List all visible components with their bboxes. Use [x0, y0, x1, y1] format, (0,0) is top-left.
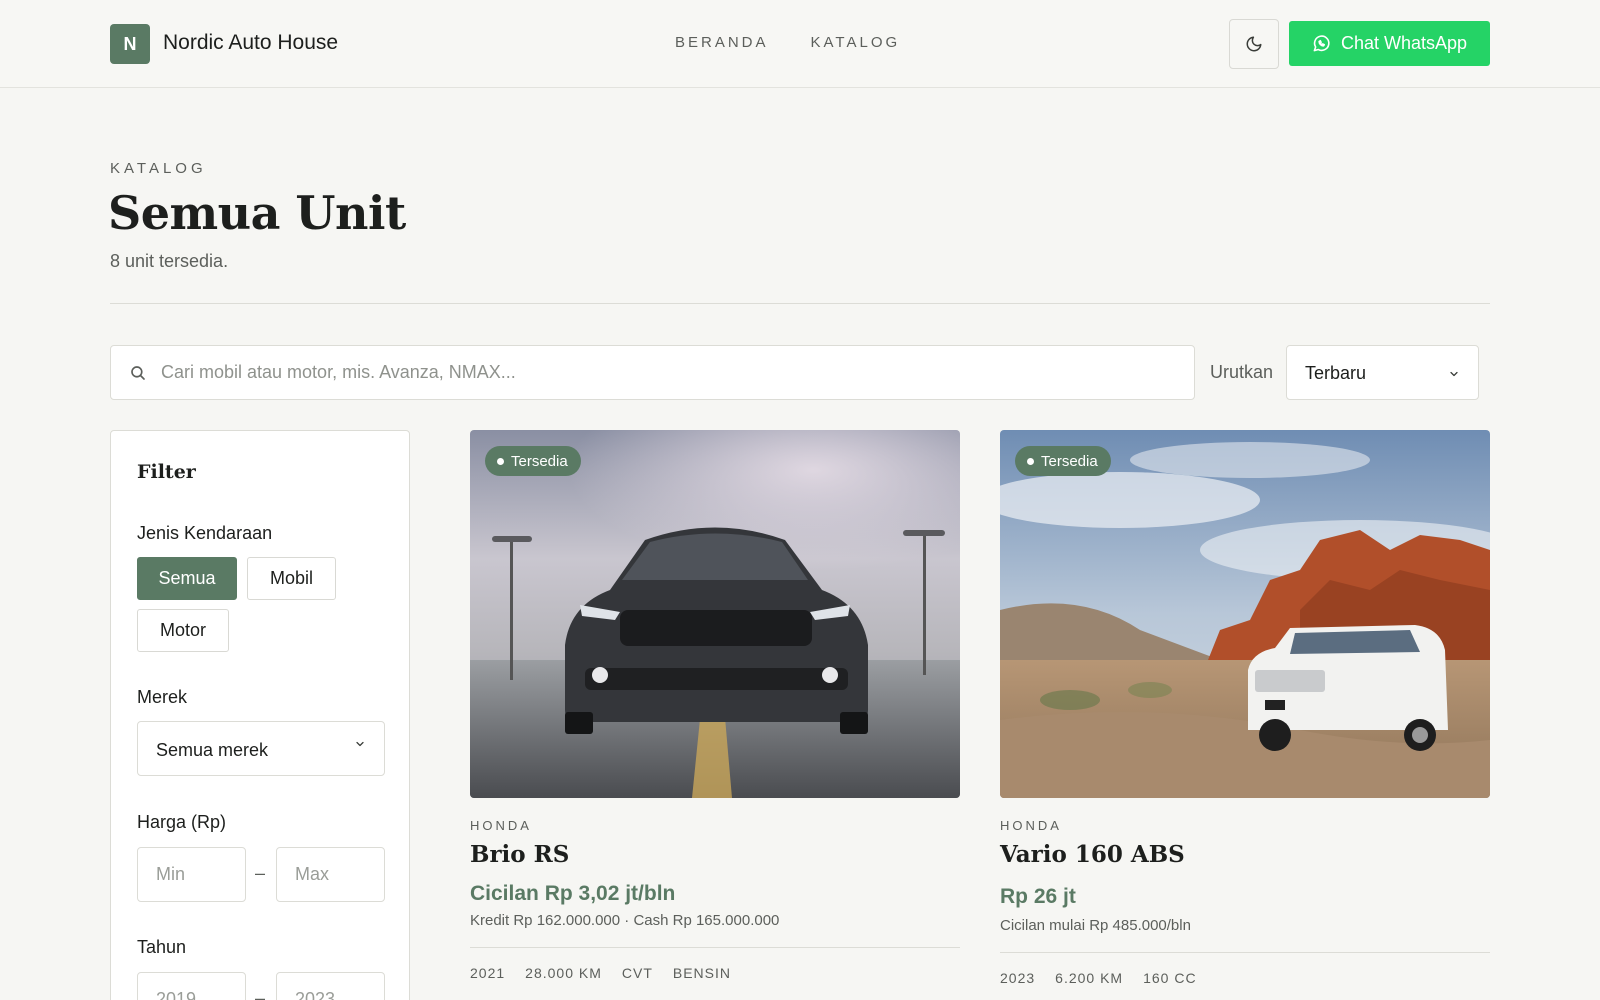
status-dot-icon: [497, 457, 504, 465]
whatsapp-icon: [1313, 35, 1330, 52]
vehicle-type-label: Jenis Kendaraan: [137, 523, 273, 543]
price-range-separator: –: [255, 863, 266, 883]
brand-name[interactable]: Nordic Auto House: [163, 31, 338, 55]
year-min-input[interactable]: [137, 972, 246, 1000]
theme-toggle-button[interactable]: [1229, 19, 1279, 69]
price-min-input[interactable]: [137, 847, 246, 902]
search-input[interactable]: [161, 346, 1181, 399]
spec-fuel: BENSIN: [672, 965, 731, 981]
listing-price-detail: Cicilan mulai Rp 485.000/bln: [1000, 917, 1191, 934]
listing-title[interactable]: Brio RS: [470, 841, 569, 868]
listing-title[interactable]: Vario 160 ABS: [1000, 841, 1185, 868]
price-max-input[interactable]: [276, 847, 385, 902]
divider: [110, 303, 1490, 304]
filter-chip-mobil[interactable]: Mobil: [247, 557, 336, 600]
nav-katalog[interactable]: KATALOG: [811, 34, 901, 51]
status-dot-icon: [1027, 457, 1034, 465]
page-eyebrow: KATALOG: [110, 160, 207, 177]
brand-selected-value: Semua merek: [156, 740, 269, 760]
spec-mileage: 28.000 KM: [525, 965, 602, 981]
page-title: Semua Unit: [108, 186, 406, 240]
spec-engine: 160 CC: [1143, 970, 1197, 986]
sort-selected-value: Terbaru: [1305, 363, 1367, 383]
sort-select[interactable]: Terbaru: [1286, 345, 1479, 400]
whatsapp-label: Chat WhatsApp: [1340, 33, 1468, 53]
status-label: Tersedia: [511, 452, 568, 470]
car-photo-image: [1000, 430, 1490, 798]
logo-mark[interactable]: N: [110, 24, 150, 64]
brand-filter-label: Merek: [137, 687, 188, 707]
listing-price-detail: Kredit Rp 162.000.000 · Cash Rp 165.000.…: [470, 912, 780, 929]
listing-card[interactable]: Tersedia HONDA Vario 160 ABS Rp 26 jt Ci…: [1000, 430, 1490, 986]
listing-photo[interactable]: Tersedia: [1000, 430, 1490, 798]
card-divider: [1000, 952, 1490, 953]
search-icon: [131, 366, 145, 380]
status-badge: Tersedia: [1015, 446, 1111, 476]
filter-chip-motor[interactable]: Motor: [137, 609, 229, 652]
price-filter-label: Harga (Rp): [137, 812, 227, 832]
listing-price: Rp 26 jt: [1000, 885, 1076, 908]
chevron-down-icon: [356, 741, 364, 747]
filter-title: Filter: [137, 461, 196, 483]
spec-year: 2023: [1000, 970, 1036, 986]
listing-brand: HONDA: [1000, 818, 1062, 833]
status-badge: Tersedia: [485, 446, 581, 476]
site-header: N Nordic Auto House BERANDA KATALOG Chat…: [0, 0, 1600, 88]
brand-select[interactable]: Semua merek: [137, 721, 385, 776]
moon-icon: [1246, 36, 1262, 52]
main-nav: BERANDA KATALOG: [675, 34, 900, 51]
sort-label: Urutkan: [1210, 362, 1274, 382]
car-photo-image: [470, 430, 960, 798]
year-range-separator: –: [255, 988, 266, 1000]
year-filter-label: Tahun: [137, 937, 187, 957]
listing-price: Cicilan Rp 3,02 jt/bln: [470, 882, 676, 905]
year-max-input[interactable]: [276, 972, 385, 1000]
card-divider: [470, 947, 960, 948]
search-box: [110, 345, 1195, 400]
spec-mileage: 6.200 KM: [1055, 970, 1124, 986]
spec-year: 2021: [470, 965, 506, 981]
listing-brand: HONDA: [470, 818, 532, 833]
whatsapp-chat-button[interactable]: Chat WhatsApp: [1289, 21, 1490, 66]
filter-chip-semua[interactable]: Semua: [137, 557, 237, 600]
filter-panel: Filter Jenis Kendaraan Semua Mobil Motor…: [110, 430, 410, 1000]
unit-count: 8 unit tersedia.: [110, 251, 229, 271]
listing-specs: 2023 6.200 KM 160 CC: [1000, 970, 1197, 986]
nav-beranda[interactable]: BERANDA: [675, 34, 769, 51]
spec-transmission: CVT: [621, 965, 653, 981]
listing-card[interactable]: Tersedia HONDA Brio RS Cicilan Rp 3,02 j…: [470, 430, 960, 981]
listing-specs: 2021 28.000 KM CVT BENSIN: [470, 965, 731, 981]
status-label: Tersedia: [1041, 452, 1098, 470]
chevron-down-icon: [1450, 371, 1458, 377]
listing-photo[interactable]: Tersedia: [470, 430, 960, 798]
